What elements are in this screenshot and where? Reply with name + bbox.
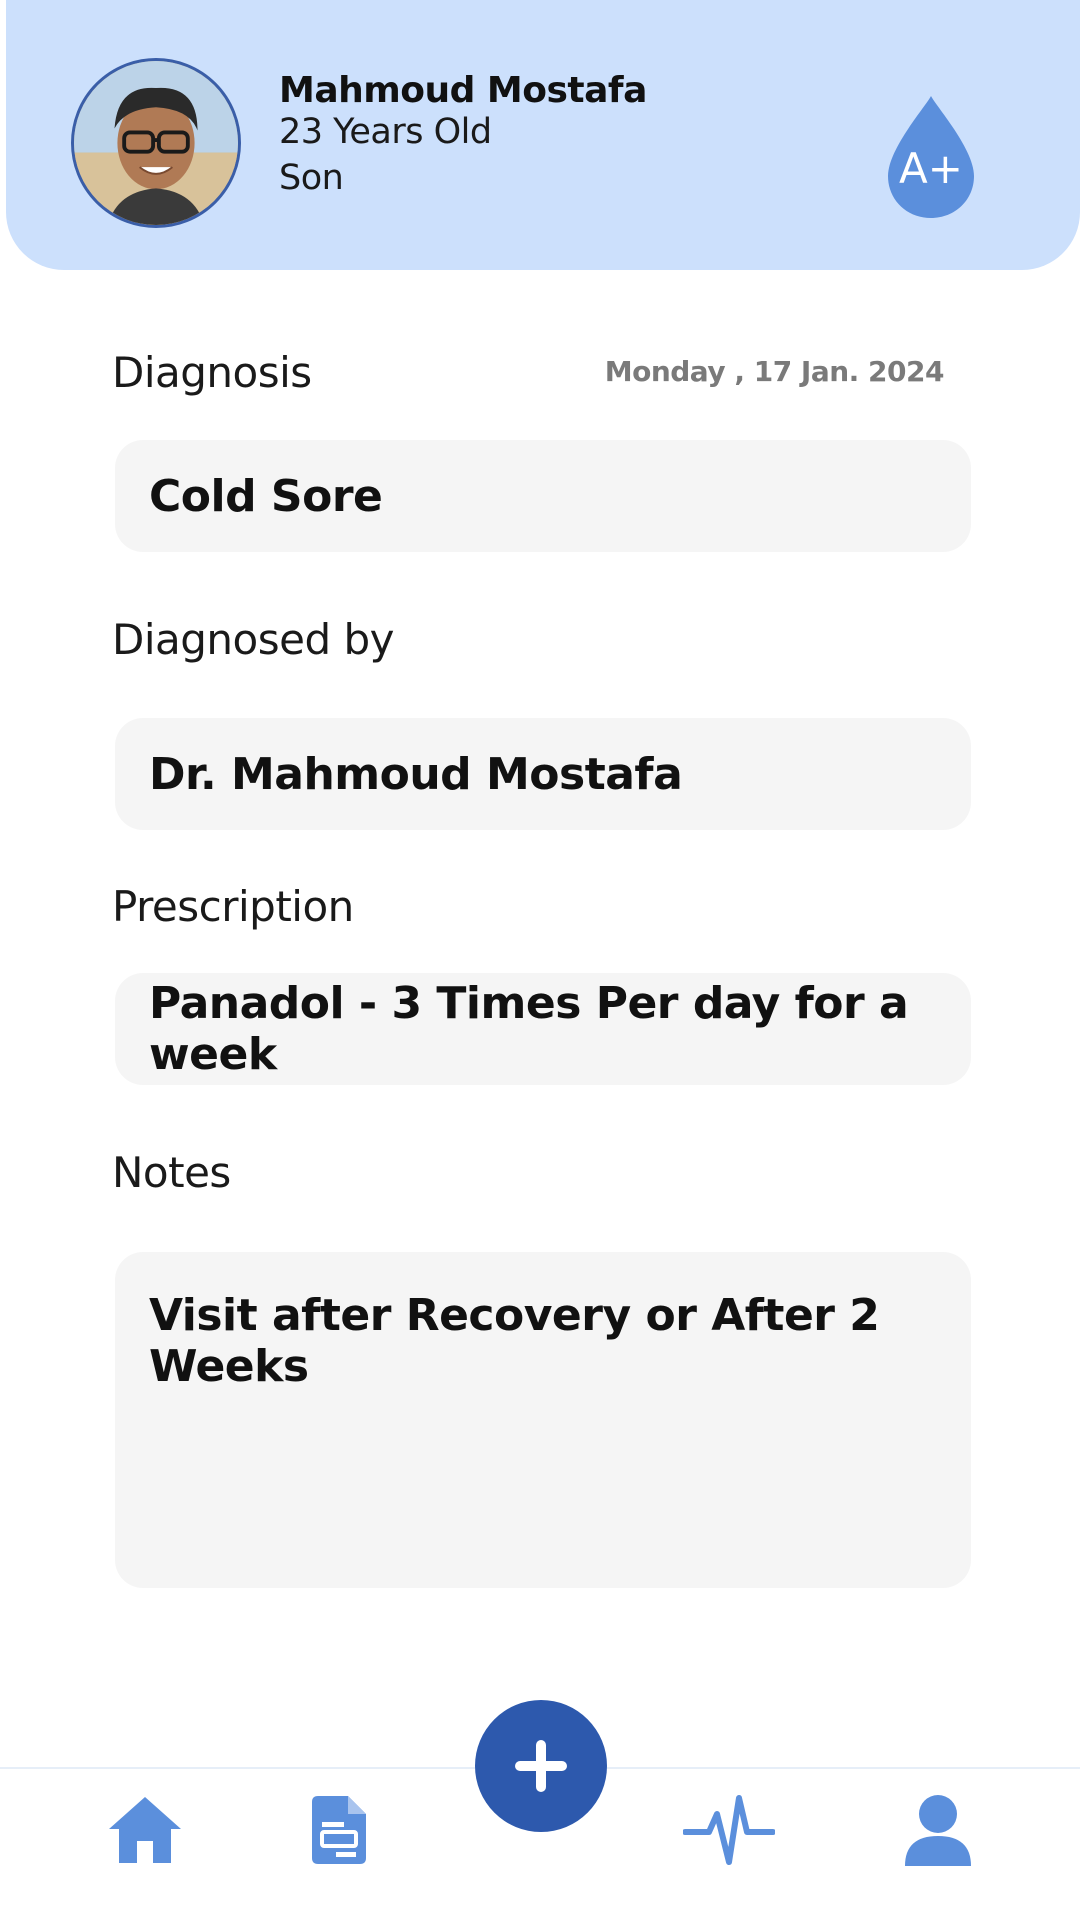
- notes-label: Notes: [112, 1148, 231, 1197]
- document-icon: [312, 1796, 366, 1864]
- diagnosis-field[interactable]: Cold Sore: [115, 440, 971, 552]
- blood-type-label: A+: [899, 144, 963, 193]
- blood-type-badge: A+: [886, 94, 976, 220]
- profile-relation: Son: [279, 158, 344, 198]
- notes-field[interactable]: Visit after Recovery or After 2 Weeks: [115, 1252, 971, 1588]
- nav-home[interactable]: [95, 1780, 195, 1880]
- diagnosed-by-field[interactable]: Dr. Mahmoud Mostafa: [115, 718, 971, 830]
- profile-name: Mahmoud Mostafa: [279, 70, 647, 111]
- add-icon: [515, 1740, 567, 1792]
- profile-header: Mahmoud Mostafa 23 Years Old Son A+: [6, 0, 1080, 270]
- diagnosed-by-label: Diagnosed by: [112, 615, 394, 664]
- nav-profile[interactable]: [888, 1780, 988, 1880]
- prescription-label: Prescription: [112, 882, 354, 931]
- profile-icon: [905, 1795, 971, 1866]
- nav-vitals[interactable]: [679, 1780, 779, 1880]
- home-icon: [109, 1797, 181, 1863]
- prescription-field[interactable]: Panadol - 3 Times Per day for a week: [115, 973, 971, 1085]
- avatar-photo: [74, 61, 238, 225]
- avatar[interactable]: [71, 58, 241, 228]
- record-date: Monday , 17 Jan. 2024: [604, 355, 945, 388]
- heartbeat-icon: [683, 1795, 775, 1865]
- profile-age: 23 Years Old: [279, 112, 492, 152]
- diagnosis-label: Diagnosis: [112, 348, 312, 397]
- nav-records[interactable]: [289, 1780, 389, 1880]
- add-button[interactable]: [475, 1700, 607, 1832]
